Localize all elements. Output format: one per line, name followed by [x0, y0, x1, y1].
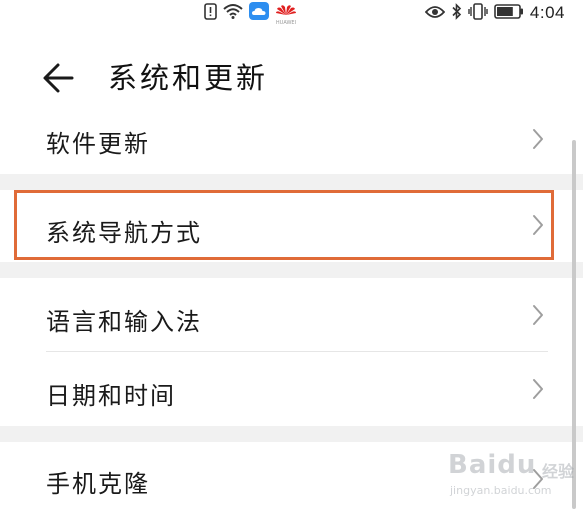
- notification-alert-icon: [204, 2, 217, 24]
- settings-screen: HUAWEI 4:04 系统和更新 软件更新 系统导航方式 语言和输入法 日期和…: [0, 0, 583, 509]
- wifi-icon: [223, 3, 243, 23]
- back-arrow-icon: [43, 63, 74, 93]
- section-separator: [0, 174, 583, 190]
- list-item-software-update[interactable]: 软件更新: [0, 110, 583, 172]
- list-item-label: 日期和时间: [46, 382, 176, 410]
- status-time: 4:04: [529, 3, 565, 22]
- watermark-brand: Baidu: [448, 450, 537, 480]
- list-item-date-time[interactable]: 日期和时间: [0, 352, 583, 424]
- section-separator: [0, 262, 583, 278]
- chevron-right-icon: [533, 215, 543, 235]
- chevron-right-icon: [533, 305, 543, 325]
- baidu-jingyan-watermark: Baidu 经验 jingyan.baidu.com: [440, 448, 580, 506]
- page-header: 系统和更新: [0, 48, 583, 108]
- chevron-right-icon: [533, 129, 543, 149]
- huawei-brand-text: HUAWEI: [275, 19, 297, 26]
- list-item-system-navigation[interactable]: 系统导航方式: [0, 193, 583, 257]
- bluetooth-icon: [451, 2, 462, 24]
- list-item-label: 语言和输入法: [46, 308, 202, 336]
- watermark-jingyan: 经验: [542, 462, 575, 481]
- list-item-language-input[interactable]: 语言和输入法: [0, 280, 583, 350]
- battery-icon: [494, 3, 524, 23]
- list-item-label: 系统导航方式: [46, 219, 202, 247]
- watermark-url: jingyan.baidu.com: [450, 484, 552, 497]
- status-bar: HUAWEI 4:04: [0, 0, 583, 26]
- list-item-label: 软件更新: [46, 130, 150, 158]
- list-item-label: 手机克隆: [46, 470, 150, 498]
- page-title: 系统和更新: [108, 61, 269, 95]
- status-bar-right: 4:04: [424, 2, 565, 24]
- status-bar-left: HUAWEI: [204, 1, 297, 26]
- cloud-icon: [249, 2, 269, 24]
- huawei-logo-icon: HUAWEI: [275, 1, 297, 26]
- chevron-right-icon: [533, 379, 543, 399]
- back-button[interactable]: [40, 56, 84, 100]
- vibrate-icon: [468, 2, 488, 24]
- battery-fill: [496, 6, 513, 16]
- eye-icon: [424, 4, 446, 23]
- section-separator: [0, 426, 583, 442]
